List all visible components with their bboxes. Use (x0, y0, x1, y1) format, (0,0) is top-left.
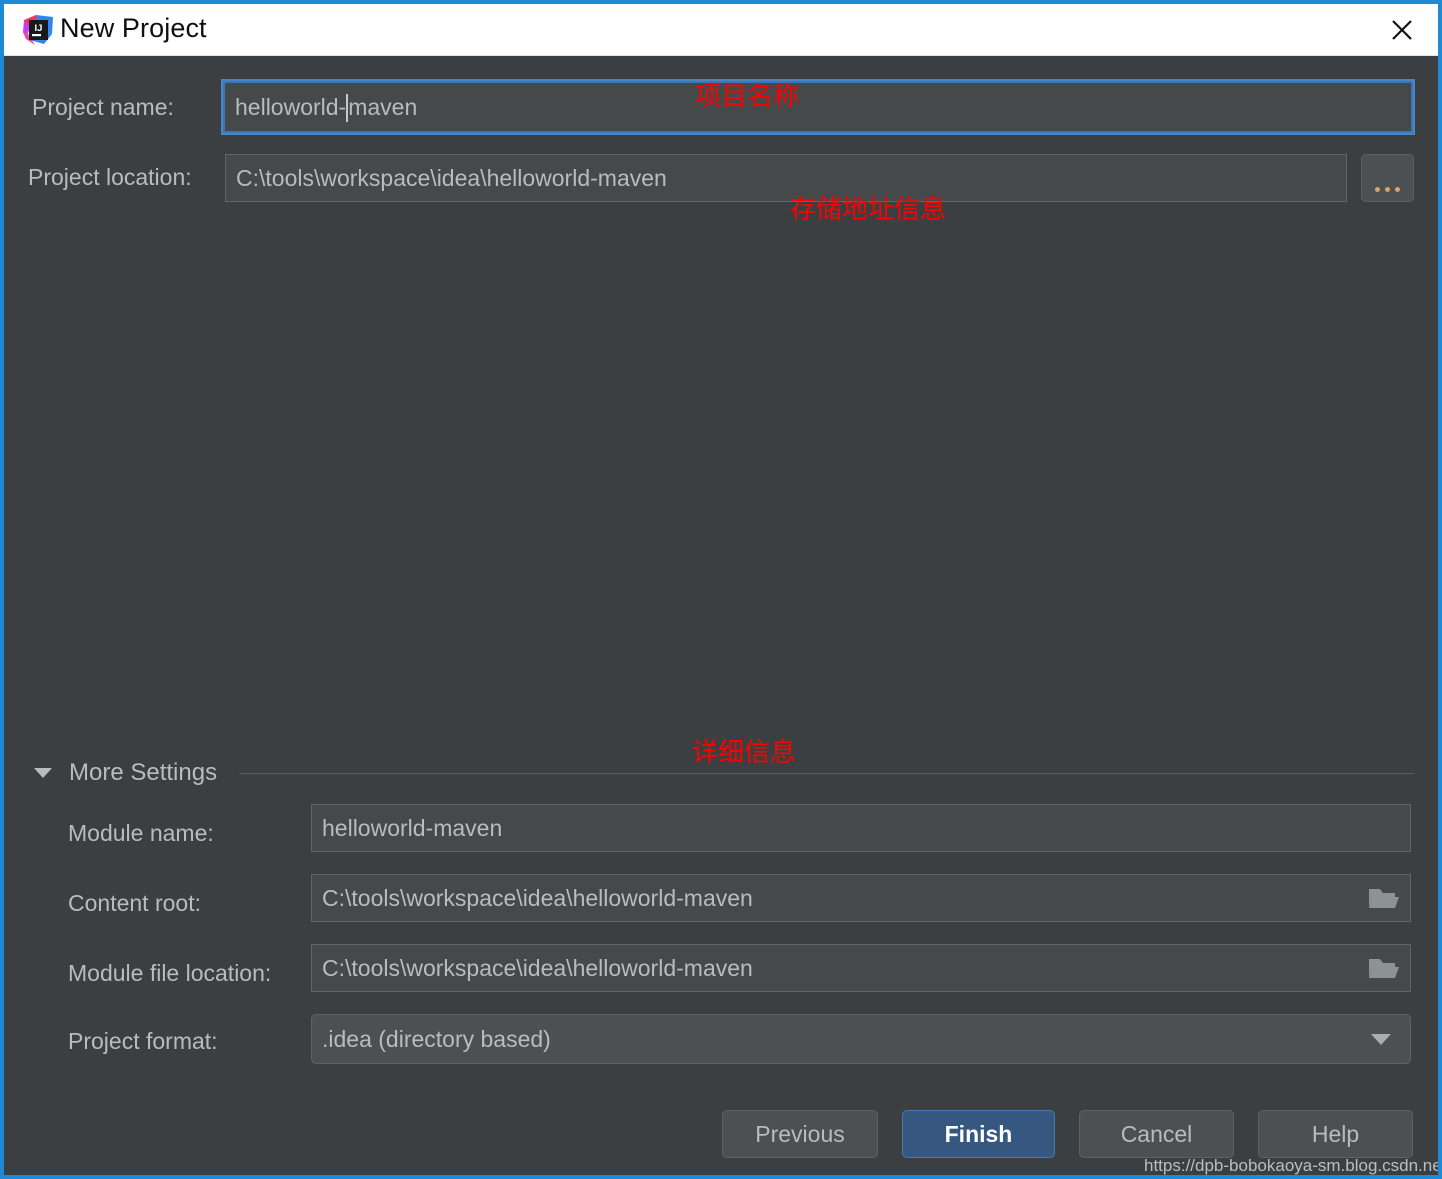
folder-icon (1369, 959, 1399, 978)
project-format-combobox[interactable]: .idea (directory based) (311, 1014, 1411, 1064)
text-caret (346, 94, 349, 122)
project-location-browse-button[interactable] (1361, 154, 1414, 202)
intellij-idea-logo-icon: IJ (22, 14, 54, 46)
module-file-location-label: Module file location: (68, 960, 272, 986)
project-name-input[interactable]: helloworld-maven (223, 81, 1413, 133)
previous-button[interactable]: Previous (722, 1110, 878, 1158)
content-root-browse-button[interactable] (1359, 874, 1409, 922)
project-format-label: Project format: (68, 1028, 218, 1054)
annotation-project-location: 存储地址信息 (790, 195, 947, 225)
project-name-value-prefix: helloworld- (235, 93, 347, 120)
section-divider (239, 772, 1414, 774)
ellipsis-icon (1375, 187, 1400, 192)
chevron-down-icon (34, 768, 52, 778)
more-settings-toggle[interactable]: More Settings (34, 756, 1414, 790)
dialog-titlebar: IJ New Project (4, 4, 1438, 56)
project-name-value-suffix: maven (348, 93, 418, 120)
module-name-label: Module name: (68, 820, 214, 846)
watermark-url: https://dpb-bobokaoya-sm.blog.csdn.net (1144, 1156, 1442, 1175)
content-root-label: Content root: (68, 890, 201, 916)
help-button[interactable]: Help (1258, 1110, 1413, 1158)
module-file-location-input[interactable]: C:\tools\workspace\idea\helloworld-maven (311, 944, 1411, 992)
annotation-project-name: 项目名称 (695, 82, 800, 112)
svg-text:IJ: IJ (35, 23, 43, 34)
project-name-label: Project name: (32, 94, 174, 120)
dialog-content: Project name: helloworld-maven Project l… (4, 56, 1438, 1175)
finish-button[interactable]: Finish (902, 1110, 1055, 1158)
folder-icon (1369, 889, 1399, 908)
cancel-button[interactable]: Cancel (1079, 1110, 1234, 1158)
content-root-input[interactable]: C:\tools\workspace\idea\helloworld-maven (311, 874, 1411, 922)
project-location-label: Project location: (28, 164, 192, 190)
new-project-dialog: IJ New Project Project name: helloworld-… (0, 0, 1442, 1179)
module-file-location-browse-button[interactable] (1359, 944, 1409, 992)
chevron-down-icon (1371, 1033, 1391, 1045)
module-name-input[interactable]: helloworld-maven (311, 804, 1411, 852)
close-icon[interactable] (1372, 4, 1432, 56)
project-location-input[interactable]: C:\tools\workspace\idea\helloworld-maven (225, 154, 1347, 202)
more-settings-label: More Settings (69, 759, 218, 786)
project-format-dropdown-arrow[interactable] (1356, 1014, 1406, 1064)
dialog-title: New Project (60, 13, 207, 43)
